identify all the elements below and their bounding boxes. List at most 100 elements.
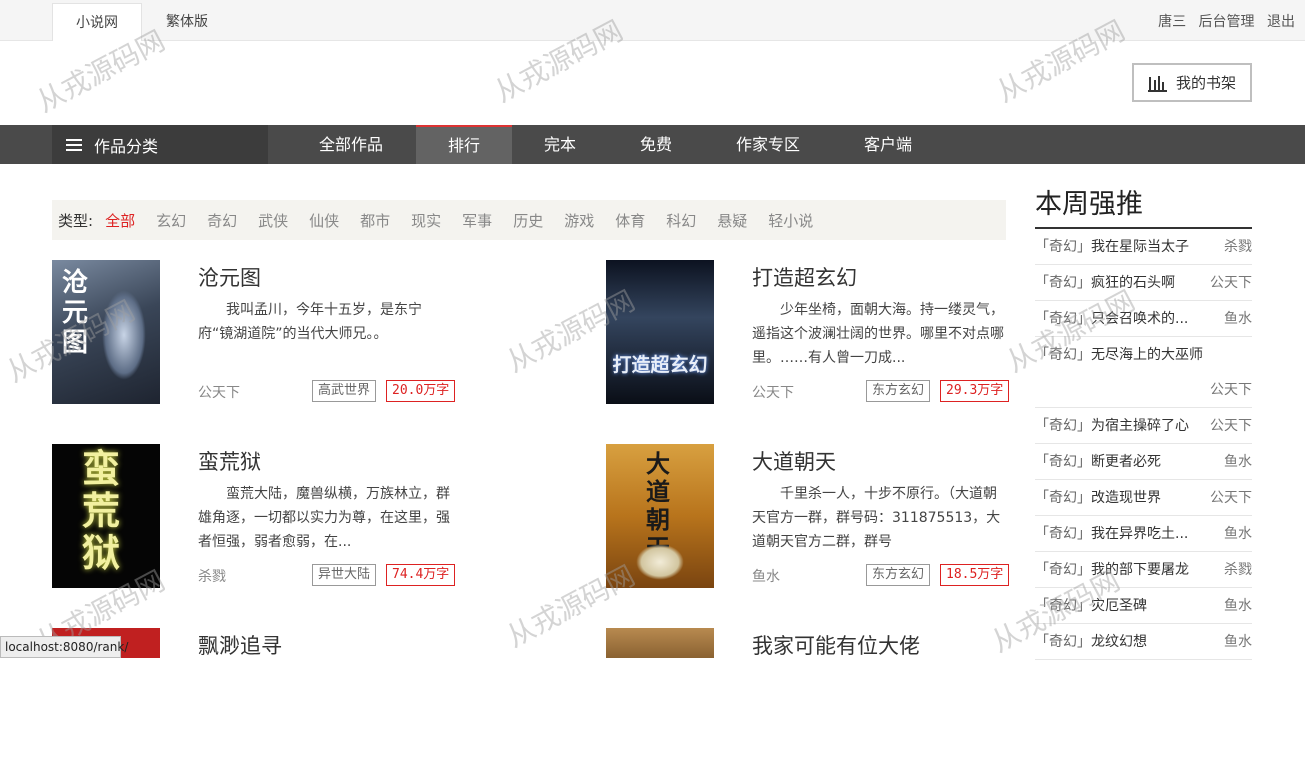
item-name[interactable]: 改造现世界: [1091, 490, 1161, 506]
book-title[interactable]: 我家可能有位大佬: [752, 630, 920, 660]
filter-option[interactable]: 历史: [513, 210, 543, 231]
nav-finished[interactable]: 完本: [526, 125, 594, 164]
nav-client[interactable]: 客户端: [846, 125, 930, 164]
filter-option[interactable]: 科幻: [666, 210, 696, 231]
item-tag: 「奇幻」: [1035, 634, 1091, 650]
item-name[interactable]: 无尽海上的大巫师: [1091, 347, 1203, 363]
book-word-count: 74.4万字: [386, 564, 456, 586]
list-item[interactable]: 「奇幻」无尽海上的大巫师 公天下: [1035, 337, 1252, 408]
book-word-count: 29.3万字: [940, 380, 1010, 402]
category-label: 作品分类: [94, 136, 159, 156]
list-item[interactable]: 「奇幻」只会召唤术的... 鱼水: [1035, 301, 1252, 337]
item-name[interactable]: 断更者必死: [1091, 454, 1161, 470]
nav-all-works[interactable]: 全部作品: [300, 125, 402, 164]
book-author[interactable]: 公天下: [198, 382, 240, 402]
list-item[interactable]: 「奇幻」龙纹幻想 鱼水: [1035, 624, 1252, 660]
item-author[interactable]: 公天下: [1210, 372, 1252, 408]
item-name[interactable]: 我的部下要屠龙: [1091, 562, 1189, 578]
book-genre-tag: 高武世界: [312, 380, 377, 402]
item-name[interactable]: 龙纹幻想: [1091, 634, 1147, 650]
list-item[interactable]: 「奇幻」改造现世界 公天下: [1035, 480, 1252, 516]
username-link[interactable]: 唐三: [1158, 14, 1186, 30]
nav-author-zone[interactable]: 作家专区: [718, 125, 818, 164]
list-item[interactable]: 「奇幻」我在异界吃土... 鱼水: [1035, 516, 1252, 552]
book-cover[interactable]: 打造超玄幻: [606, 260, 714, 404]
book-title[interactable]: 打造超玄幻: [752, 262, 857, 292]
book-cover[interactable]: [606, 628, 714, 658]
book-author[interactable]: 鱼水: [752, 566, 780, 586]
list-item[interactable]: 「奇幻」我的部下要屠龙 杀戮: [1035, 552, 1252, 588]
book-cover[interactable]: 蛮荒狱: [52, 444, 160, 588]
book-genre-tag: 东方玄幻: [866, 564, 931, 586]
item-tag: 「奇幻」: [1035, 490, 1091, 506]
list-item[interactable]: 「奇幻」断更者必死 鱼水: [1035, 444, 1252, 480]
item-author[interactable]: 公天下: [1210, 480, 1252, 516]
item-author[interactable]: 鱼水: [1224, 301, 1252, 337]
item-author[interactable]: 鱼水: [1224, 444, 1252, 480]
filter-option[interactable]: 游戏: [564, 210, 594, 231]
book-title[interactable]: 大道朝天: [752, 446, 836, 476]
item-author[interactable]: 公天下: [1210, 265, 1252, 301]
item-tag: 「奇幻」: [1035, 454, 1091, 470]
book-card: 打造超玄幻 打造超玄幻 少年坐椅，面朝大海。持一缕灵气，遥指这个波澜壮阔的世界。…: [606, 260, 1026, 410]
filter-option[interactable]: 仙侠: [309, 210, 339, 231]
list-item[interactable]: 「奇幻」我在星际当太子 杀戮: [1035, 229, 1252, 265]
cover-title: 沧元图: [62, 268, 89, 358]
bookshelf-chart-icon: [1147, 75, 1167, 92]
filter-option[interactable]: 都市: [360, 210, 390, 231]
book-description: 千里杀一人，十步不原行。（大道朝天官方一群，群号码：311875513，大道朝天…: [752, 486, 1001, 550]
book-cover[interactable]: 大道朝天: [606, 444, 714, 588]
book-author[interactable]: 杀戮: [198, 566, 226, 586]
item-tag: 「奇幻」: [1035, 311, 1091, 327]
browser-status-url: localhost:8080/rank/: [0, 636, 128, 658]
list-item[interactable]: 「奇幻」疯狂的石头啊 公天下: [1035, 265, 1252, 301]
list-item[interactable]: 「奇幻」灾厄圣碑 鱼水: [1035, 588, 1252, 624]
filter-option[interactable]: 奇幻: [207, 210, 237, 231]
item-author[interactable]: 鱼水: [1224, 624, 1252, 660]
tab-novel-site[interactable]: 小说网: [52, 3, 142, 41]
cover-title: 蛮荒狱: [82, 446, 121, 575]
item-tag: 「奇幻」: [1035, 526, 1091, 542]
filter-option[interactable]: 玄幻: [156, 210, 186, 231]
item-name[interactable]: 我在异界吃土...: [1091, 526, 1188, 542]
item-name[interactable]: 为宿主操碎了心: [1091, 418, 1189, 434]
item-author[interactable]: 公天下: [1210, 408, 1252, 444]
book-title[interactable]: 沧元图: [198, 262, 261, 292]
list-item[interactable]: 「奇幻」为宿主操碎了心 公天下: [1035, 408, 1252, 444]
filter-option[interactable]: 悬疑: [717, 210, 747, 231]
item-tag: 「奇幻」: [1035, 275, 1091, 291]
nav-rank[interactable]: 排行: [416, 125, 512, 164]
book-title[interactable]: 蛮荒狱: [198, 446, 261, 476]
filter-option[interactable]: 轻小说: [768, 210, 813, 231]
book-card: 沧元图 沧元图 我叫孟川，今年十五岁，是东宁府“镜湖道院”的当代大师兄。。 公天…: [52, 260, 472, 410]
filter-option[interactable]: 军事: [462, 210, 492, 231]
menu-icon: [66, 136, 82, 154]
genre-filter: 类型: 全部 玄幻 奇幻 武侠 仙侠 都市 现实 军事 历史 游戏 体育 科幻 …: [52, 200, 1006, 240]
item-author[interactable]: 杀戮: [1224, 552, 1252, 588]
item-name[interactable]: 只会召唤术的...: [1091, 311, 1188, 327]
filter-option[interactable]: 体育: [615, 210, 645, 231]
book-title[interactable]: 飘渺追寻: [198, 630, 282, 660]
admin-link[interactable]: 后台管理: [1199, 14, 1255, 30]
item-author[interactable]: 鱼水: [1224, 588, 1252, 624]
filter-option[interactable]: 现实: [411, 210, 441, 231]
item-name[interactable]: 灾厄圣碑: [1091, 598, 1147, 614]
book-author[interactable]: 公天下: [752, 382, 794, 402]
item-author[interactable]: 杀戮: [1224, 229, 1252, 265]
item-name[interactable]: 我在星际当太子: [1091, 239, 1189, 255]
logout-link[interactable]: 退出: [1267, 14, 1295, 30]
book-genre-tag: 异世大陆: [312, 564, 377, 586]
book-card: 我家可能有位大佬: [606, 628, 1026, 778]
item-name[interactable]: 疯狂的石头啊: [1091, 275, 1175, 291]
bookshelf-button[interactable]: 我的书架: [1132, 63, 1252, 102]
book-genre-tag: 东方玄幻: [866, 380, 931, 402]
tab-traditional[interactable]: 繁体版: [160, 3, 214, 41]
book-cover[interactable]: 沧元图: [52, 260, 160, 404]
nav-free[interactable]: 免费: [622, 125, 690, 164]
filter-option[interactable]: 全部: [105, 210, 135, 231]
item-tag: 「奇幻」: [1035, 418, 1091, 434]
category-menu[interactable]: 作品分类: [52, 125, 268, 164]
filter-option[interactable]: 武侠: [258, 210, 288, 231]
item-tag: 「奇幻」: [1035, 347, 1091, 363]
item-author[interactable]: 鱼水: [1224, 516, 1252, 552]
